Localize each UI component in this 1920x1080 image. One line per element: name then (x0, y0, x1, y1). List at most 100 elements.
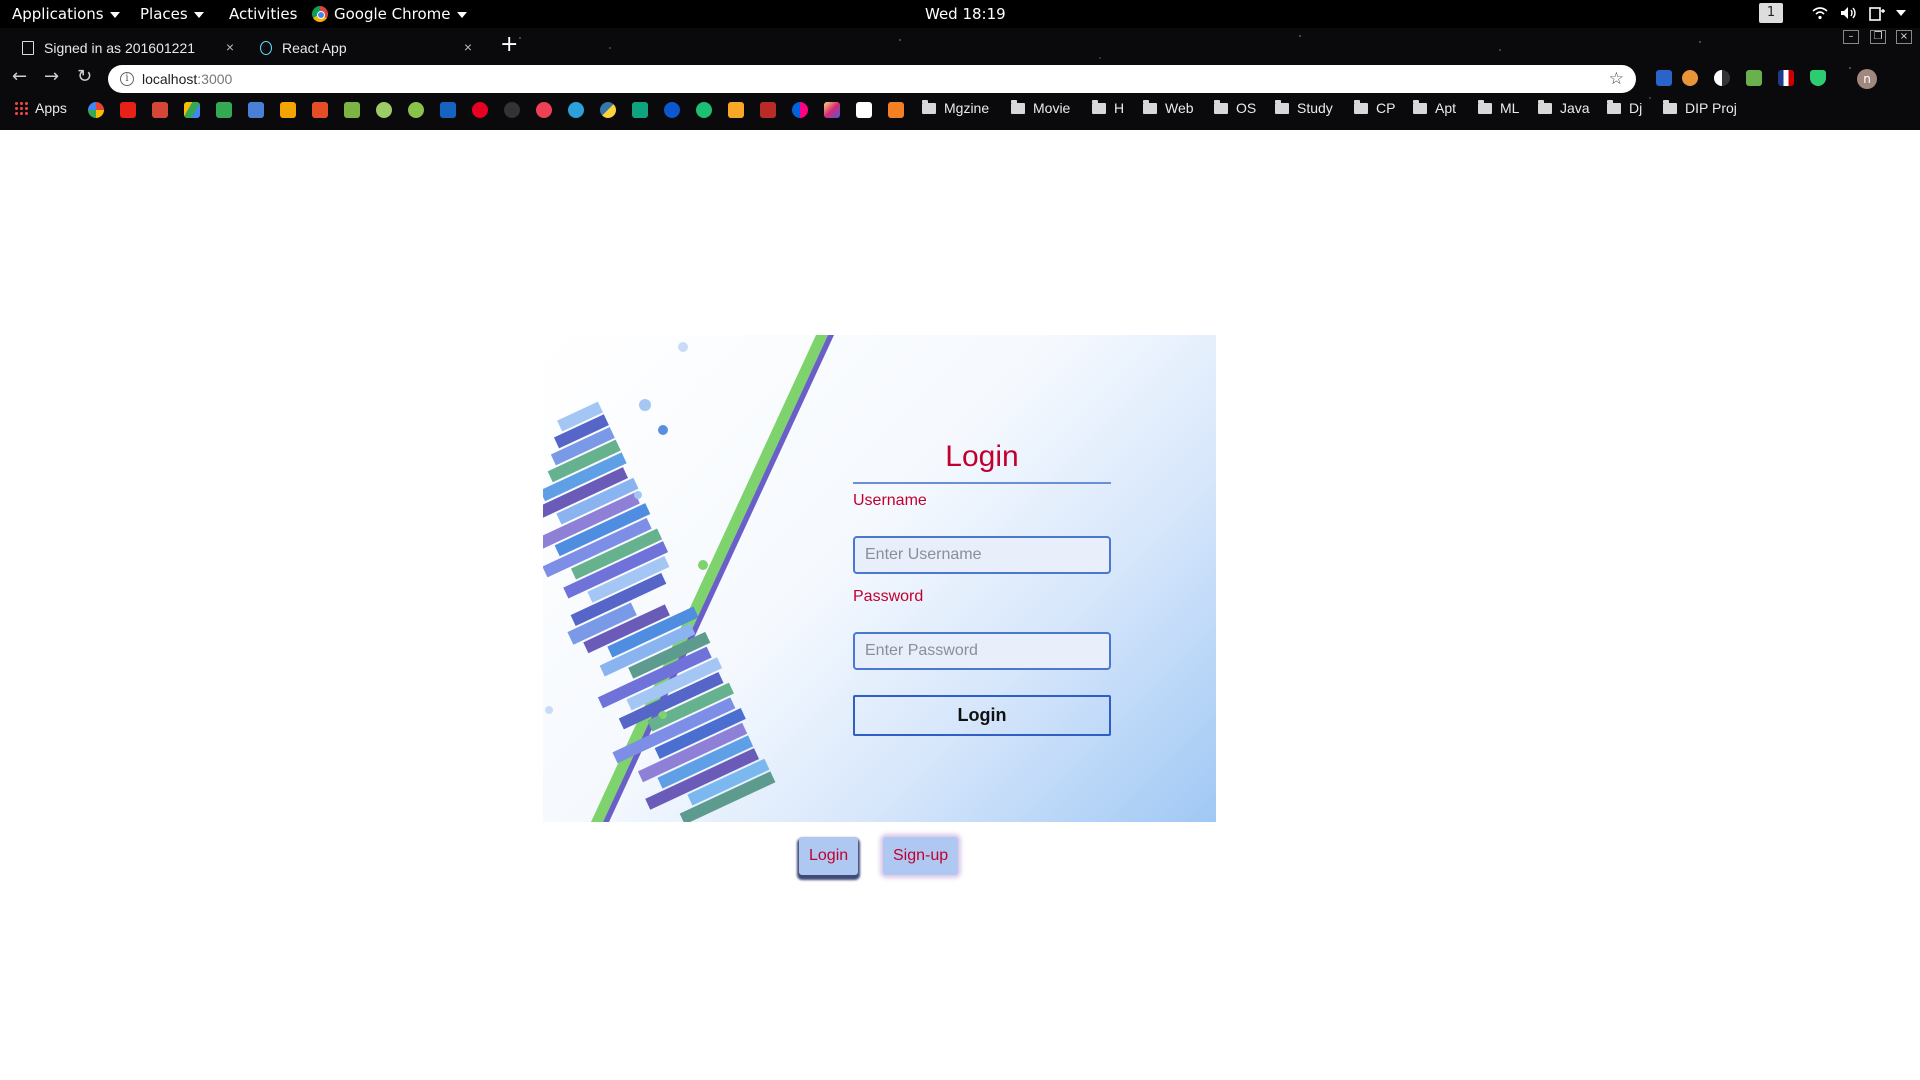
forward-icon[interactable]: → (44, 66, 59, 87)
url-host: localhost (142, 71, 198, 87)
signup-tab-button[interactable]: Sign-up (883, 837, 959, 875)
telegram-icon[interactable] (568, 102, 584, 118)
tab-react-app[interactable]: React App × (238, 32, 486, 64)
info-icon[interactable]: i (120, 72, 134, 86)
folder-icon (1092, 100, 1106, 114)
react-icon (260, 41, 272, 55)
chevron-down-icon (109, 11, 120, 18)
places-label: Places (140, 5, 188, 23)
bookmark-icon[interactable] (376, 102, 392, 118)
bookmark-label: Dj (1629, 100, 1643, 116)
extension-icon[interactable] (1746, 70, 1762, 86)
volume-icon[interactable] (1840, 6, 1858, 20)
folder-icon (1011, 100, 1025, 114)
bookmark-icon[interactable] (440, 102, 456, 118)
bookmark-folder[interactable]: ML (1478, 100, 1519, 122)
bookmark-label: Movie (1033, 100, 1071, 116)
bookmark-icon[interactable] (312, 102, 328, 118)
bookmark-icon[interactable] (888, 102, 904, 118)
applications-menu[interactable]: Applications (12, 5, 120, 23)
dark-mode-icon[interactable] (1714, 70, 1730, 86)
google-icon[interactable] (88, 102, 104, 118)
bookmark-folder[interactable]: Java (1538, 100, 1590, 122)
python-icon[interactable] (600, 102, 616, 118)
bookmark-icon[interactable] (632, 102, 648, 118)
login-submit-button[interactable]: Login (853, 695, 1111, 736)
username-input[interactable] (853, 536, 1111, 574)
clock[interactable]: Wed 18:19 (925, 5, 1006, 23)
extension-icon[interactable] (1656, 70, 1672, 86)
minimize-icon[interactable]: – (1843, 30, 1859, 44)
bookmark-icon[interactable] (728, 102, 744, 118)
extension-icon[interactable] (1778, 70, 1794, 86)
bookmark-apps[interactable]: Apps (14, 100, 67, 122)
avatar[interactable]: n (1857, 69, 1877, 89)
tab-signed-in[interactable]: Signed in as 201601221 × (0, 32, 248, 64)
close-icon[interactable]: × (464, 39, 472, 55)
bookmark-folder[interactable]: H (1092, 100, 1124, 122)
folder-icon (1214, 100, 1228, 114)
extension-icon[interactable] (1682, 70, 1698, 86)
bookmark-icon[interactable] (248, 102, 264, 118)
power-icon[interactable] (1868, 5, 1886, 21)
form-title: Login (945, 440, 1019, 473)
bookmark-label: DIP Proj (1685, 100, 1737, 116)
shield-icon[interactable] (1810, 70, 1826, 86)
back-icon[interactable]: ← (12, 66, 27, 87)
quora-icon[interactable] (760, 102, 776, 118)
folder-icon (1413, 100, 1427, 114)
bookmark-folder[interactable]: CP (1354, 100, 1395, 122)
bookmark-folder[interactable]: Web (1143, 100, 1194, 122)
folder-icon (1143, 100, 1157, 114)
bookmark-label: Mgzine (944, 100, 990, 116)
reload-icon[interactable]: ↻ (77, 66, 92, 87)
bookmark-folder[interactable]: Movie (1011, 100, 1070, 122)
bookmark-folder[interactable]: Mgzine (922, 100, 989, 122)
gnome-top-bar: Applications Places Activities Google Ch… (0, 0, 1920, 28)
tab-title: React App (282, 40, 347, 56)
bookmark-icon[interactable] (696, 102, 712, 118)
gmail-icon[interactable] (152, 102, 168, 118)
folder-icon (1607, 100, 1621, 114)
pinterest-icon[interactable] (472, 102, 488, 118)
bookmark-icon[interactable] (344, 102, 360, 118)
system-menu-chevron-icon[interactable] (1896, 10, 1906, 16)
address-bar[interactable]: i localhost:3000 ☆ (108, 65, 1636, 93)
workspace-indicator[interactable]: 1 (1759, 3, 1783, 23)
restore-icon[interactable]: ❐ (1870, 30, 1886, 44)
url-port: :3000 (197, 71, 233, 87)
wifi-icon[interactable] (1812, 6, 1828, 20)
bookmark-folder[interactable]: DIP Proj (1663, 100, 1737, 122)
maps-icon[interactable] (216, 102, 232, 118)
youtube-icon[interactable] (120, 102, 136, 118)
bookmark-label: ML (1500, 100, 1520, 116)
bookmark-folder[interactable]: OS (1214, 100, 1256, 122)
instagram-icon[interactable] (824, 102, 840, 118)
drive-icon[interactable] (184, 102, 200, 118)
places-menu[interactable]: Places (140, 5, 204, 23)
close-window-icon[interactable]: × (1896, 30, 1912, 44)
flickr-icon[interactable] (792, 102, 808, 118)
bookmark-folder[interactable]: Apt (1413, 100, 1456, 122)
login-tab-button[interactable]: Login (799, 837, 859, 875)
bookmark-icon[interactable] (280, 102, 296, 118)
bookmark-icon[interactable] (408, 102, 424, 118)
city-illustration (543, 335, 834, 822)
close-icon[interactable]: × (226, 39, 234, 55)
bookmark-folder[interactable]: Dj (1607, 100, 1642, 122)
apps-grid-icon (14, 101, 28, 115)
bookmark-icon[interactable] (536, 102, 552, 118)
bookmark-folder[interactable]: Study (1275, 100, 1333, 122)
bookmark-icon[interactable] (664, 102, 680, 118)
activities-button[interactable]: Activities (229, 5, 297, 23)
medium-icon[interactable] (856, 102, 872, 118)
url-text[interactable]: localhost:3000 (142, 71, 232, 87)
chrome-app-menu[interactable]: Google Chrome (312, 5, 467, 23)
bookmark-star-icon[interactable]: ☆ (1609, 69, 1624, 89)
github-icon[interactable] (504, 102, 520, 118)
new-tab-button[interactable]: + (500, 32, 518, 57)
applications-label: Applications (12, 5, 104, 23)
password-input[interactable] (853, 632, 1111, 670)
chevron-down-icon (193, 11, 204, 18)
chrome-app-label: Google Chrome (334, 5, 451, 23)
